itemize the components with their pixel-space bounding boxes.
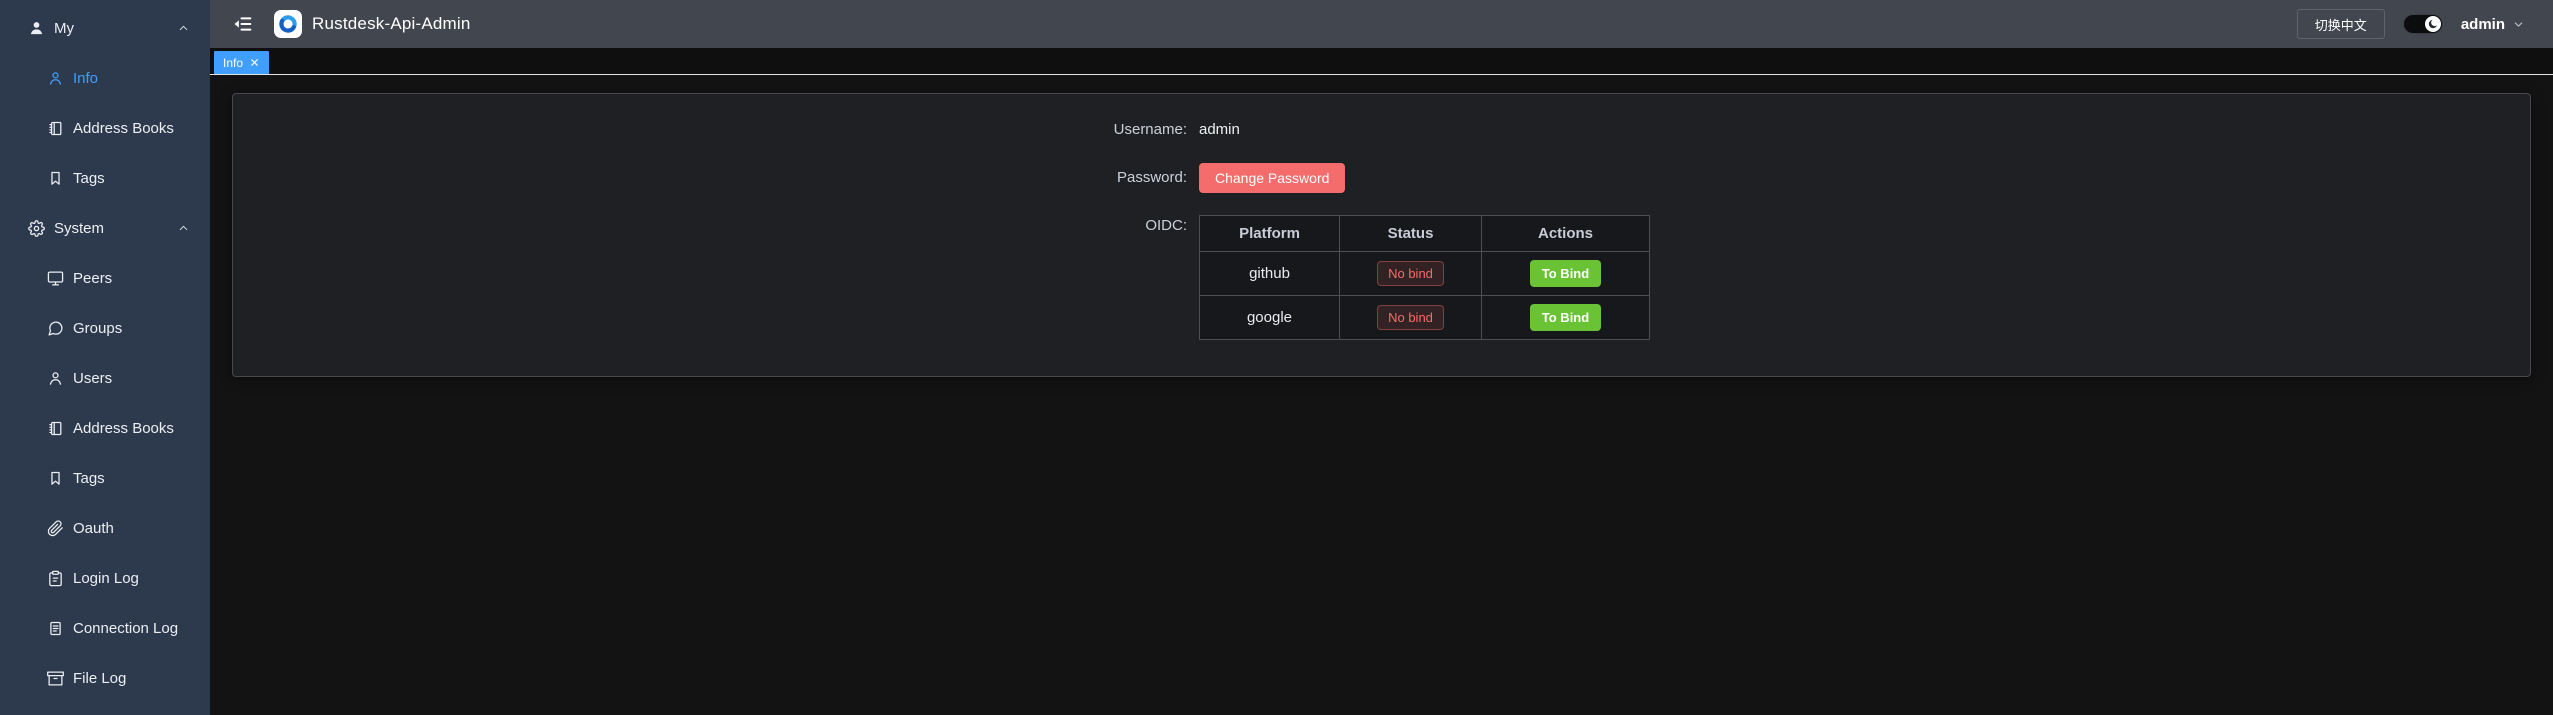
to-bind-button[interactable]: To Bind: [1530, 260, 1601, 287]
sidebar-item-label: Connection Log: [73, 620, 178, 637]
username-value: admin: [1199, 114, 1240, 146]
status-badge: No bind: [1377, 305, 1444, 330]
app-window: My Info Address Books Tags System Peers …: [0, 0, 2553, 715]
sidebar-item-peers[interactable]: Peers: [0, 253, 210, 303]
sidebar-item-label: Groups: [73, 320, 122, 337]
sidebar-item-label: Tags: [73, 470, 105, 487]
chevron-up-icon: [177, 222, 190, 235]
page-content: Username: admin Password: Change Passwor…: [210, 75, 2553, 715]
sidebar-item-address-books[interactable]: Address Books: [0, 403, 210, 453]
hamburger-icon[interactable]: [233, 14, 253, 34]
to-bind-button[interactable]: To Bind: [1530, 304, 1601, 331]
user-solid-icon: [28, 20, 45, 37]
sidebar-item-address-books[interactable]: Address Books: [0, 103, 210, 153]
gear-icon: [28, 220, 45, 237]
column-header-status: Status: [1340, 216, 1482, 252]
sidebar-item-oauth[interactable]: Oauth: [0, 503, 210, 553]
oidc-table-row: github No bind To Bind: [1200, 252, 1650, 296]
oidc-table: Platform Status Actions github No bind T…: [1199, 215, 1650, 340]
sidebar-item-tags[interactable]: Tags: [0, 453, 210, 503]
sidebar-item-groups[interactable]: Groups: [0, 303, 210, 353]
user-icon: [47, 70, 64, 87]
rustdesk-logo: [274, 10, 302, 38]
password-label: Password:: [1079, 162, 1199, 194]
oidc-row: OIDC: Platform Status Actions gi: [1079, 210, 2510, 340]
sidebar-item-login-log[interactable]: Login Log: [0, 553, 210, 603]
sidebar-item-label: Users: [73, 370, 112, 387]
sidebar-section-label: System: [54, 220, 104, 237]
oidc-table-body: github No bind To Bind google No bind To…: [1200, 252, 1650, 340]
sidebar-item-label: Login Log: [73, 570, 139, 587]
user-menu[interactable]: admin: [2461, 16, 2525, 33]
password-row: Password: Change Password: [1079, 162, 2510, 194]
moon-icon: [2425, 16, 2441, 32]
oidc-table-header-row: Platform Status Actions: [1200, 216, 1650, 252]
main-area: Rustdesk-Api-Admin 切换中文 admin Info: [210, 0, 2553, 715]
sidebar-item-label: Peers: [73, 270, 112, 287]
sidebar-sections: My Info Address Books Tags System Peers …: [0, 3, 210, 703]
chevron-down-icon: [2512, 18, 2525, 31]
sidebar-item-users[interactable]: Users: [0, 353, 210, 403]
sidebar: My Info Address Books Tags System Peers …: [0, 0, 210, 715]
actions-cell: To Bind: [1482, 296, 1650, 340]
tab-bar: Info: [210, 48, 2553, 75]
user-info-card: Username: admin Password: Change Passwor…: [232, 93, 2531, 377]
tab-info[interactable]: Info: [214, 51, 269, 74]
sidebar-item-label: Address Books: [73, 420, 174, 437]
column-header-platform: Platform: [1200, 216, 1340, 252]
paperclip-icon: [47, 520, 64, 537]
user-icon: [47, 370, 64, 387]
status-cell: No bind: [1340, 296, 1482, 340]
sidebar-item-connection-log[interactable]: Connection Log: [0, 603, 210, 653]
address-book-icon: [47, 120, 64, 137]
bookmark-icon: [47, 170, 64, 187]
platform-cell: github: [1200, 252, 1340, 296]
sidebar-item-file-log[interactable]: File Log: [0, 653, 210, 703]
chevron-up-icon: [177, 22, 190, 35]
sidebar-item-label: Address Books: [73, 120, 174, 137]
username-row: Username: admin: [1079, 114, 2510, 146]
app-title: Rustdesk-Api-Admin: [312, 14, 471, 34]
archive-icon: [47, 670, 64, 687]
status-badge: No bind: [1377, 261, 1444, 286]
address-book-icon: [47, 420, 64, 437]
username-label: Username:: [1079, 114, 1199, 146]
tab-label: Info: [223, 56, 243, 70]
sidebar-item-info[interactable]: Info: [0, 53, 210, 103]
header-actions: 切换中文 admin: [2297, 9, 2525, 39]
close-icon[interactable]: [249, 57, 260, 68]
chat-bubble-icon: [47, 320, 64, 337]
top-header: Rustdesk-Api-Admin 切换中文 admin: [210, 0, 2553, 48]
platform-cell: google: [1200, 296, 1340, 340]
sidebar-item-label: Info: [73, 70, 98, 87]
sidebar-item-label: Oauth: [73, 520, 114, 537]
theme-toggle[interactable]: [2403, 14, 2443, 34]
sidebar-section-my[interactable]: My: [0, 3, 210, 53]
status-cell: No bind: [1340, 252, 1482, 296]
user-name: admin: [2461, 16, 2505, 33]
document-icon: [47, 620, 64, 637]
sidebar-item-tags[interactable]: Tags: [0, 153, 210, 203]
language-switch-button[interactable]: 切换中文: [2297, 9, 2385, 39]
column-header-actions: Actions: [1482, 216, 1650, 252]
bookmark-icon: [47, 470, 64, 487]
user-info-form: Username: admin Password: Change Passwor…: [1079, 114, 2510, 340]
actions-cell: To Bind: [1482, 252, 1650, 296]
monitor-icon: [47, 270, 64, 287]
sidebar-item-label: File Log: [73, 670, 126, 687]
sidebar-item-label: Tags: [73, 170, 105, 187]
change-password-button[interactable]: Change Password: [1199, 163, 1345, 193]
clipboard-icon: [47, 570, 64, 587]
oidc-label: OIDC:: [1079, 210, 1199, 340]
sidebar-section-label: My: [54, 20, 74, 37]
oidc-table-row: google No bind To Bind: [1200, 296, 1650, 340]
sidebar-section-system[interactable]: System: [0, 203, 210, 253]
